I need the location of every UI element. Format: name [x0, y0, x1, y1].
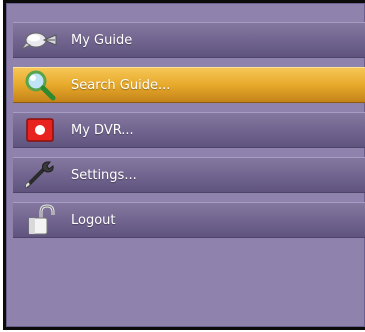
wrench-icon	[21, 158, 59, 192]
menu-item-my-guide[interactable]: My Guide	[13, 22, 365, 58]
menu-item-label: My Guide	[71, 32, 133, 48]
magnifier-icon	[21, 68, 59, 102]
menu-item-settings[interactable]: Settings...	[13, 157, 365, 193]
menu-item-label: Settings...	[71, 167, 137, 183]
menu-item-label: My DVR...	[71, 122, 134, 138]
menu-item-logout[interactable]: Logout	[13, 202, 365, 238]
menu-item-label: Logout	[71, 212, 116, 228]
menu-item-my-dvr[interactable]: My DVR...	[13, 112, 365, 148]
record-icon	[21, 113, 59, 147]
menu-item-label: Search Guide...	[71, 77, 171, 93]
main-menu: My Guide Search Guide... My DVR... Setti…	[13, 22, 365, 247]
satellite-icon	[21, 23, 59, 57]
padlock-icon	[21, 203, 59, 237]
menu-item-search-guide[interactable]: Search Guide...	[13, 67, 365, 103]
menu-panel: My Guide Search Guide... My DVR... Setti…	[3, 0, 365, 330]
